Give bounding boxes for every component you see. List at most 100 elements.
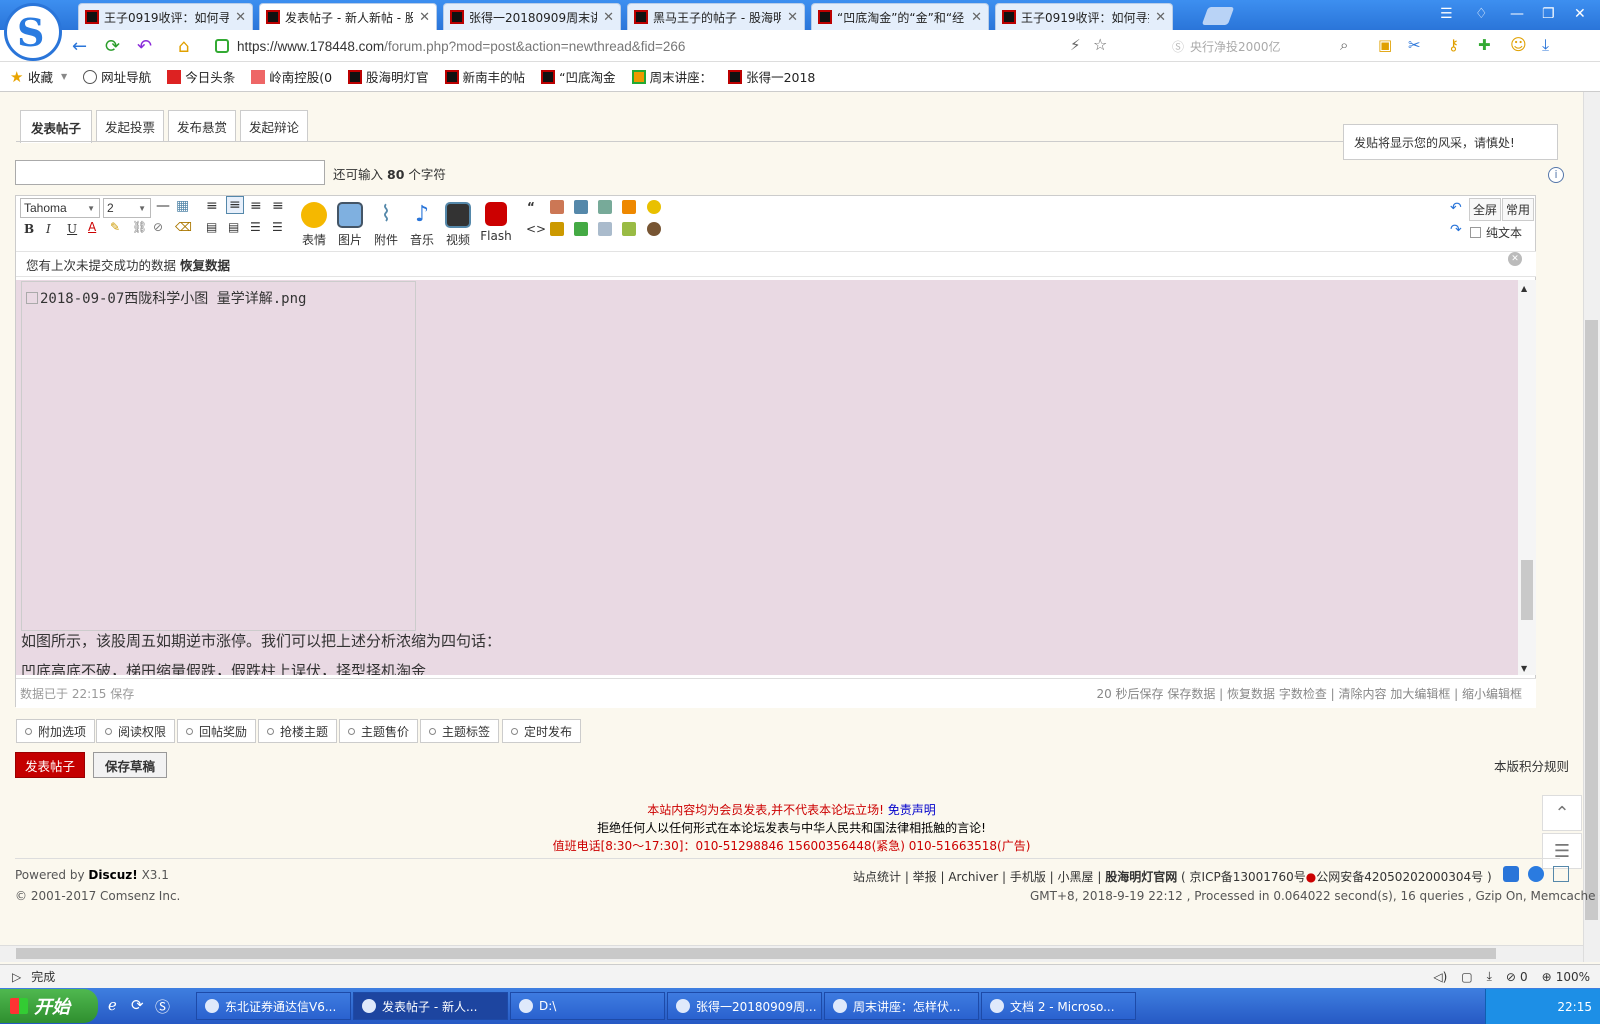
editor-scrollbar-thumb[interactable] <box>1521 560 1533 620</box>
option-floor-thread[interactable]: 抢楼主题 <box>258 719 338 743</box>
bookmark-item[interactable]: 今日头条 <box>167 67 235 86</box>
download-icon[interactable]: ⤓ <box>1542 35 1549 55</box>
free-icon[interactable] <box>550 200 564 214</box>
undo-icon[interactable]: ↶ <box>137 36 152 57</box>
close-tab-icon[interactable]: ✕ <box>971 10 982 25</box>
taskbar-item[interactable]: 文档 2 - Microso... <box>981 992 1136 1020</box>
font-size-select[interactable]: 2 ▼ <box>103 198 151 218</box>
lock-icon[interactable] <box>550 222 564 236</box>
block-icon[interactable]: ⊘ <box>1506 970 1516 984</box>
common-button[interactable]: 常用 <box>1502 198 1535 221</box>
browser-tab[interactable]: 王子0919收评：如何寻找 ✕ <box>995 3 1173 30</box>
search-icon[interactable]: ⌕ <box>1340 36 1348 54</box>
broken-image[interactable]: 2018-09-07西陇科学小图 量学详解.png <box>21 281 416 631</box>
zoom-icon[interactable]: ⊕ <box>1542 970 1552 984</box>
align-right-icon[interactable]: ≡ <box>272 198 284 214</box>
doc-icon[interactable] <box>574 200 588 214</box>
browser-tab[interactable]: “凹底淘金”的“金”和“经” ✕ <box>811 3 989 30</box>
subject-input[interactable] <box>15 160 325 185</box>
align-left-icon[interactable]: ≡ <box>206 198 218 214</box>
close-tab-icon[interactable]: ✕ <box>787 10 798 25</box>
option-read-permission[interactable]: 阅读权限 <box>96 719 176 743</box>
save-draft-button[interactable]: 保存草稿 <box>93 752 167 778</box>
refresh-icon[interactable]: ⟳ <box>131 996 144 1014</box>
browser-tab[interactable]: 张得一20180909周末讲 ✕ <box>443 3 621 30</box>
table-icon[interactable]: ▦ <box>176 198 189 214</box>
cnzz-icon[interactable] <box>1553 866 1569 882</box>
underline-icon[interactable]: U <box>67 222 77 236</box>
points-rules-link[interactable]: 本版积分规则 <box>1494 756 1569 775</box>
info-icon[interactable]: i <box>1548 167 1564 183</box>
refresh-icon[interactable]: ⟳ <box>105 36 120 57</box>
taskbar-item[interactable]: D:\ <box>510 992 665 1020</box>
hr-icon[interactable]: — <box>156 198 170 214</box>
scroll-down-icon[interactable]: ▼ <box>1521 664 1527 673</box>
font-color-icon[interactable]: A <box>88 220 96 234</box>
browser-tab-active[interactable]: 发表帖子 - 新人新帖 - 股 ✕ <box>259 3 437 30</box>
clear-format-icon[interactable]: ⌫ <box>175 220 192 234</box>
shield-icon[interactable] <box>1503 866 1519 882</box>
menu-icon[interactable]: ☰ <box>1440 6 1453 22</box>
bg-icon[interactable] <box>647 200 661 214</box>
taskbar-item[interactable]: 东北证券通达信V6... <box>196 992 351 1020</box>
screenshot-icon[interactable]: ▢ <box>1461 970 1472 984</box>
lightning-icon[interactable]: ⚡ <box>1070 36 1081 54</box>
trust-icon[interactable] <box>1528 866 1544 882</box>
close-window-icon[interactable]: ✕ <box>1574 6 1586 22</box>
attachment-button[interactable]: ⌇ 附件 <box>366 202 406 248</box>
restore-icon[interactable]: ❐ <box>1542 6 1555 22</box>
option-reply-reward[interactable]: 回帖奖励 <box>177 719 257 743</box>
disclaimer-link[interactable]: 免责声明 <box>888 803 936 817</box>
submit-post-button[interactable]: 发表帖子 <box>15 752 85 778</box>
page-scrollbar-thumb[interactable] <box>1585 320 1598 920</box>
taskbar-item[interactable]: 张得一20180909周... <box>667 992 822 1020</box>
ordered-list-icon[interactable]: ☰ <box>250 220 261 234</box>
panel-icon[interactable]: ▷ <box>12 970 21 984</box>
layout-icon[interactable] <box>598 222 612 236</box>
tab-start-debate[interactable]: 发起辩论 <box>240 110 308 142</box>
music-button[interactable]: ♪ 音乐 <box>402 202 442 248</box>
bookmark-item[interactable]: 网址导航 <box>83 67 151 86</box>
align-justify-icon[interactable]: ≡ <box>226 196 244 214</box>
record-icon[interactable] <box>647 222 661 236</box>
browser-icon[interactable]: Ⓢ <box>155 996 170 1017</box>
font-family-select[interactable]: Tahoma ▼ <box>20 198 100 218</box>
search-key-icon[interactable] <box>622 222 636 236</box>
editor-actions[interactable]: 20 秒后保存 保存数据 | 恢复数据 字数检查 | 清除内容 加大编辑框 | … <box>1096 685 1522 702</box>
highlight-icon[interactable]: ✎ <box>110 220 120 234</box>
back-icon[interactable]: ← <box>72 36 87 57</box>
home-icon[interactable]: ⌂ <box>178 36 189 57</box>
download-icon[interactable]: ⤓ <box>1487 969 1492 984</box>
box-icon[interactable] <box>622 200 636 214</box>
tab-start-poll[interactable]: 发起投票 <box>96 110 164 142</box>
image-button[interactable]: 图片 <box>330 202 370 248</box>
close-tab-icon[interactable]: ✕ <box>419 10 430 25</box>
scroll-up-icon[interactable]: ▲ <box>1521 284 1527 293</box>
option-scheduled[interactable]: 定时发布 <box>502 719 582 743</box>
key-icon[interactable]: ⚷ <box>1448 36 1459 54</box>
scissors-icon[interactable]: ✂ <box>1408 36 1421 54</box>
code-icon[interactable]: <> <box>526 222 546 236</box>
browser-tab[interactable]: 王子0919收评：如何寻找 ✕ <box>78 3 253 30</box>
align-center-icon[interactable]: ≡ <box>250 198 262 214</box>
close-tab-icon[interactable]: ✕ <box>603 10 614 25</box>
flash-button[interactable]: Flash <box>476 202 516 243</box>
unlink-icon[interactable]: ⊘ <box>153 220 163 234</box>
tab-post-reward[interactable]: 发布悬赏 <box>168 110 236 142</box>
link-icon[interactable]: ⛓ <box>132 220 147 234</box>
undo-icon[interactable]: ↶ <box>1450 200 1462 216</box>
bookmark-item[interactable]: 张得一2018 <box>728 67 815 86</box>
close-icon[interactable]: ✕ <box>1508 252 1522 266</box>
volume-icon[interactable]: ◁) <box>1433 970 1447 984</box>
restore-link[interactable]: 恢复数据 <box>180 255 230 274</box>
option-thread-tags[interactable]: 主题标签 <box>420 719 500 743</box>
float-left-icon[interactable]: ▤ <box>206 220 217 234</box>
url-input[interactable]: https://www.178448.com/forum.php?mod=pos… <box>215 34 1075 58</box>
bookmark-item[interactable]: 股海明灯官 <box>348 67 429 86</box>
page-icon[interactable] <box>598 200 612 214</box>
close-tab-icon[interactable]: ✕ <box>1155 10 1166 25</box>
quote-icon[interactable]: “ <box>527 200 535 214</box>
footer-nav[interactable]: 站点统计 | 举报 | Archiver | 手机版 | 小黑屋 <box>853 870 1094 884</box>
shirt-icon[interactable]: ♢ <box>1475 6 1488 22</box>
game-icon[interactable]: ✚ <box>1478 36 1491 54</box>
